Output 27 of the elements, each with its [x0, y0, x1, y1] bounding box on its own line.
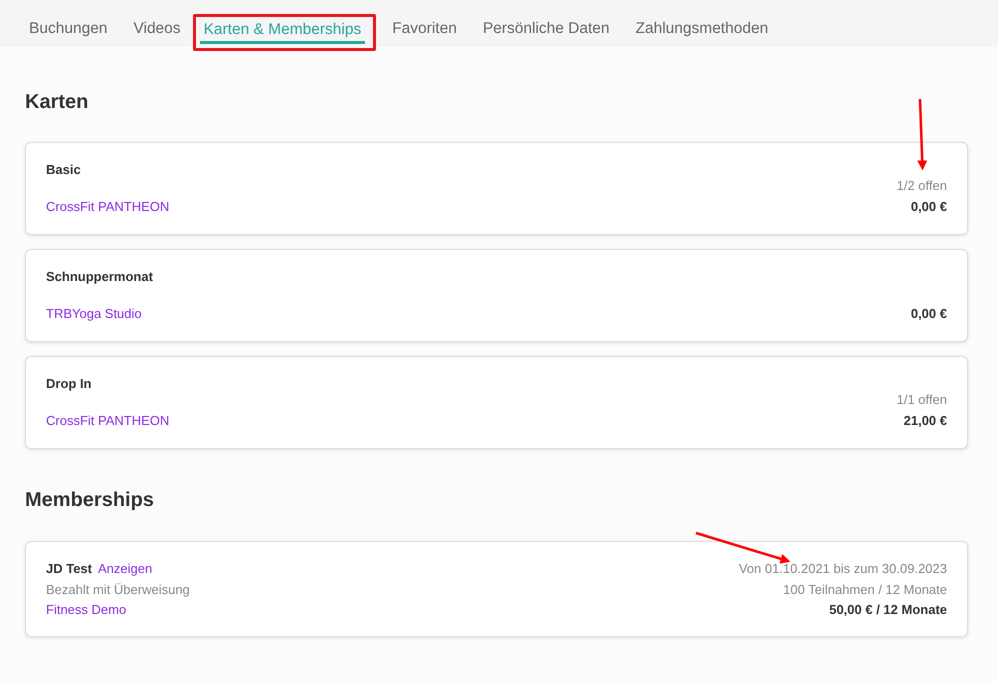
studio-link[interactable]: Fitness Demo	[46, 602, 126, 617]
tab[interactable]: Favoriten	[379, 0, 470, 47]
section-heading: Memberships	[25, 489, 155, 512]
tab[interactable]: Buchungen	[16, 0, 120, 47]
studio-link[interactable]: TRBYoga Studio	[46, 306, 142, 321]
studio-link[interactable]: CrossFit PANTHEON	[46, 413, 170, 428]
price: 0,00 €	[910, 199, 947, 214]
payment-method: Bezahlt mit Überweisung	[46, 582, 190, 596]
remaining-count: 1/1 offen	[896, 392, 947, 407]
tab[interactable]: Videos	[120, 0, 194, 47]
card-title: Drop In	[46, 376, 92, 391]
card-title: Schnuppermonat	[46, 269, 153, 284]
usage-limit: 100 Teilnahmen / 12 Monate	[783, 582, 947, 596]
price: 0,00 €	[910, 306, 947, 321]
tab[interactable]: Zahlungsmethoden	[622, 0, 782, 47]
section-heading: Karten	[25, 91, 90, 114]
membership-title: JD Test	[46, 561, 92, 576]
tab[interactable]: Karten & Memberships	[200, 17, 366, 44]
card-title: Basic	[46, 162, 82, 177]
price: 50,00 € / 12 Monate	[829, 602, 947, 617]
price: 21,00 €	[904, 413, 947, 428]
validity-period: Von 01.10.2021 bis zum 30.09.2023	[738, 561, 947, 576]
remaining-count: 1/2 offen	[896, 178, 947, 193]
tab[interactable]: Persönliche Daten	[470, 0, 623, 47]
show-link[interactable]: Anzeigen	[98, 561, 152, 576]
studio-link[interactable]: CrossFit PANTHEON	[46, 199, 170, 214]
annotation-arrow	[917, 98, 928, 170]
